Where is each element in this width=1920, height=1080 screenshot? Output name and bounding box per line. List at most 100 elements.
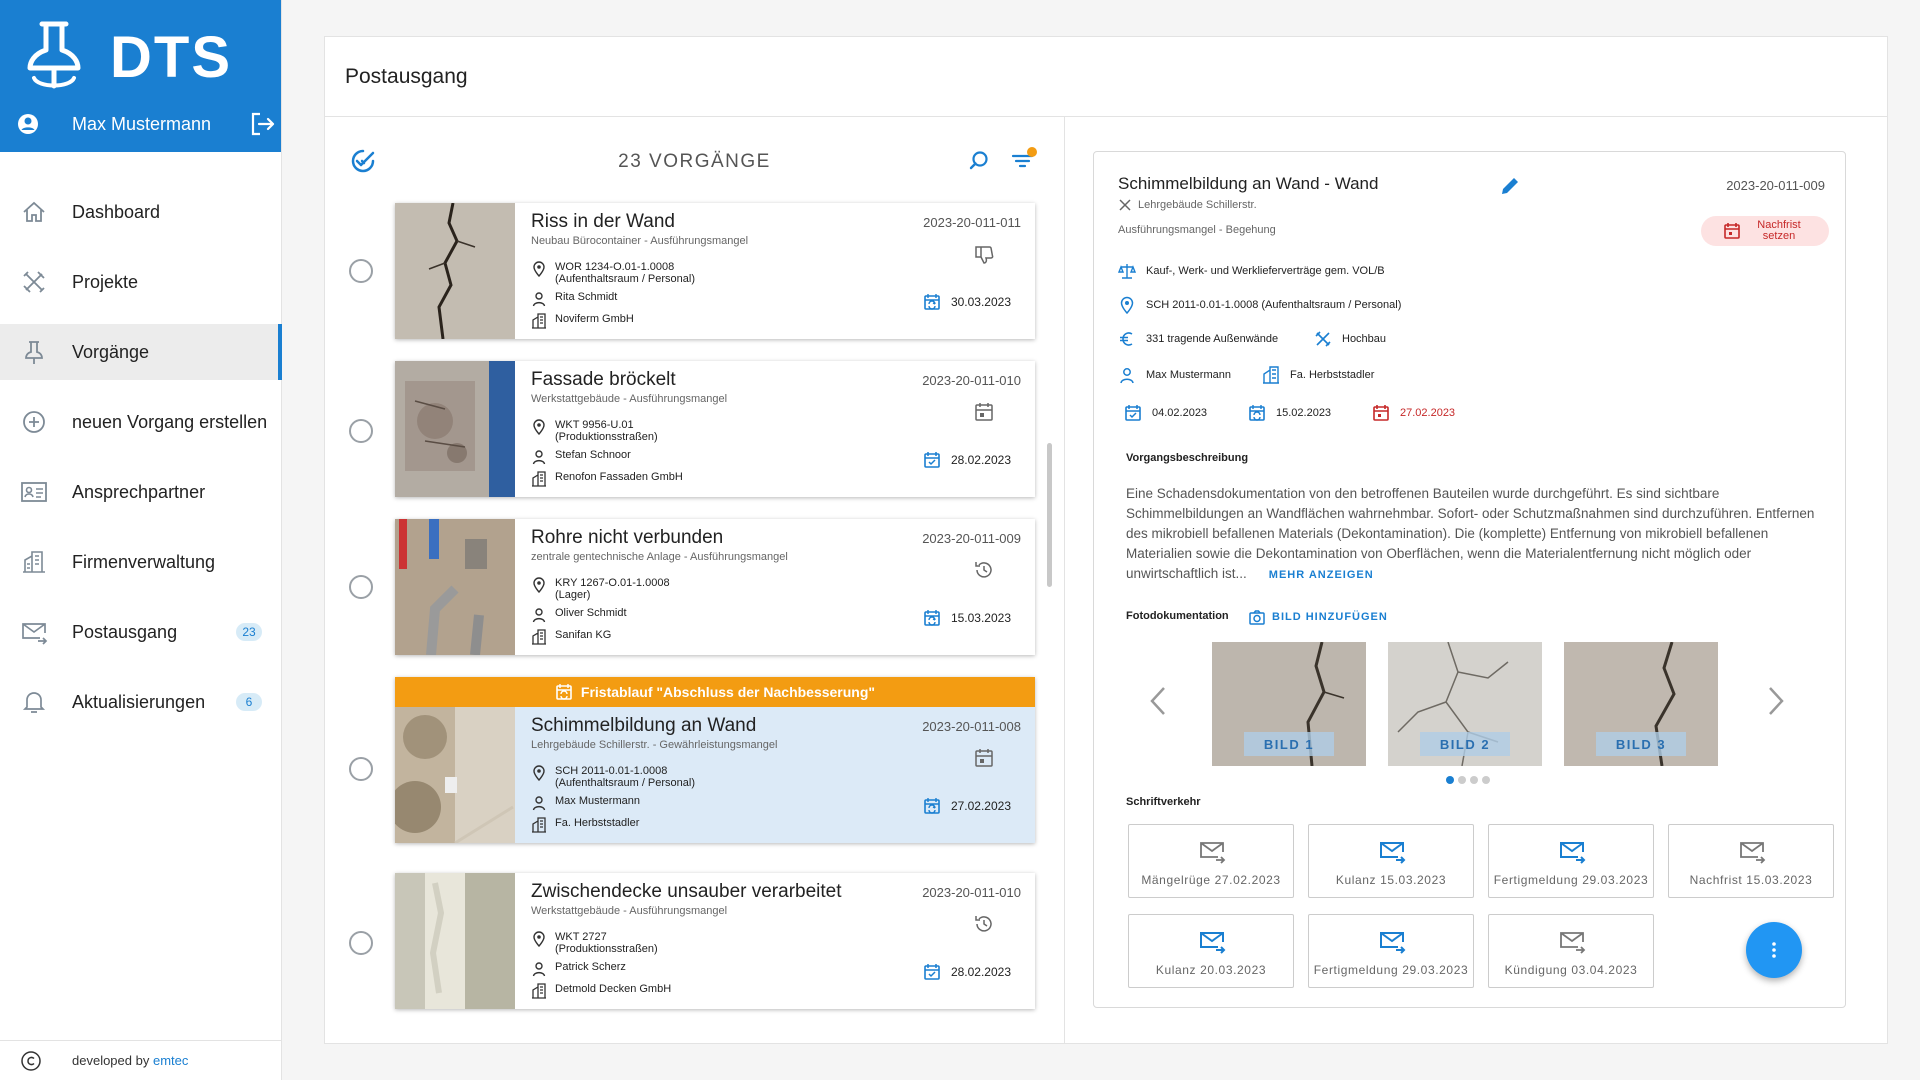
location-pin-icon xyxy=(533,931,545,947)
case-due-date: 15.03.2023 xyxy=(923,609,1011,627)
sidebar-footer: developed by emtec xyxy=(0,1040,282,1080)
developed-by: developed by emtec xyxy=(72,1053,189,1068)
tools-icon xyxy=(1119,199,1131,211)
case-location: WOR 1234-O.01-1.0008 (Aufenthaltsraum / P… xyxy=(531,261,695,285)
case-due-date: 28.02.2023 xyxy=(923,963,1011,981)
nav-item-aktualisierungen[interactable]: Aktualisierungen 6 xyxy=(0,674,282,730)
nav-label: Ansprechpartner xyxy=(72,481,206,502)
logout-icon[interactable] xyxy=(248,110,276,138)
show-more-link[interactable]: MEHR ANZEIGEN xyxy=(1269,569,1374,581)
detail-company: Fa. Herbststadler xyxy=(1262,366,1374,384)
detail-card: Schimmelbildung an Wand - Wand 2023-20-0… xyxy=(1093,151,1846,1008)
carousel-dot[interactable] xyxy=(1446,776,1454,784)
case-subtitle: Werkstattgebäude - Ausführungsmangel xyxy=(531,393,728,405)
location-pin-icon xyxy=(533,261,545,277)
nav-label: Aktualisierungen xyxy=(72,691,206,712)
letter-tile[interactable]: Kündigung 03.04.2023 xyxy=(1488,914,1654,988)
calendar-icon xyxy=(975,749,993,767)
nav-item-ansprechpartner[interactable]: Ansprechpartner xyxy=(0,464,282,520)
mail-pending-icon xyxy=(1380,842,1406,864)
detail-contract: Kauf-, Werk- und Werklieferverträge gem.… xyxy=(1118,262,1385,280)
carousel-dot[interactable] xyxy=(1458,776,1466,784)
set-deadline-button[interactable]: Nachfrist setzen xyxy=(1701,216,1829,246)
case-select-radio[interactable] xyxy=(349,931,373,955)
list-scrollbar[interactable] xyxy=(1047,443,1052,587)
company-link[interactable]: emtec xyxy=(153,1053,188,1068)
case-card[interactable]: Riss in der Wand Neubau Bürocontainer - … xyxy=(395,203,1035,339)
detail-date-created: 04.02.2023 xyxy=(1124,404,1207,422)
case-title: Rohre nicht verbunden xyxy=(531,527,724,548)
more-vertical-icon xyxy=(1772,942,1776,958)
photo-label: BILD 3 xyxy=(1596,732,1686,756)
mail-pending-icon xyxy=(1560,842,1586,864)
case-card[interactable]: Rohre nicht verbunden zentrale gentechni… xyxy=(395,519,1035,655)
case-person: Oliver Schmidt xyxy=(531,607,627,623)
case-select-radio[interactable] xyxy=(349,575,373,599)
nav-item-postausgang[interactable]: Postausgang 23 xyxy=(0,604,282,660)
nav-item-vorgaenge[interactable]: Vorgänge xyxy=(0,324,282,380)
detail-date-sync: 15.02.2023 xyxy=(1248,404,1331,422)
case-location: WKT 9956-U.01 (Produktionsstraßen) xyxy=(531,419,658,443)
letter-tile[interactable]: Kulanz 20.03.2023 xyxy=(1128,914,1294,988)
photo-label: BILD 2 xyxy=(1420,732,1510,756)
nav-item-dashboard[interactable]: Dashboard xyxy=(0,184,282,240)
search-icon[interactable] xyxy=(967,149,991,173)
nav-item-projekte[interactable]: Projekte xyxy=(0,254,282,310)
detail-date-deadline: 27.02.2023 xyxy=(1372,404,1455,422)
letter-tile[interactable]: Nachfrist 15.03.2023 xyxy=(1668,824,1834,898)
letter-tile[interactable]: Fertigmeldung 29.03.2023 xyxy=(1308,914,1474,988)
more-actions-button[interactable] xyxy=(1746,922,1802,978)
case-select-radio[interactable] xyxy=(349,419,373,443)
detail-project: Lehrgebäude Schillerstr. xyxy=(1118,198,1257,212)
case-title: Riss in der Wand xyxy=(531,211,675,232)
case-location: WKT 2727 (Produktionsstraßen) xyxy=(531,931,658,955)
photo-thumbnail[interactable]: BILD 3 xyxy=(1564,642,1718,766)
euro-icon xyxy=(1120,332,1133,346)
photo-thumbnail[interactable]: BILD 1 xyxy=(1212,642,1366,766)
detail-type: Ausführungsmangel - Begehung xyxy=(1118,224,1276,236)
carousel-dot[interactable] xyxy=(1470,776,1478,784)
case-count: 23 VORGÄNGE xyxy=(618,151,771,172)
case-location: SCH 2011-0.01-1.0008 (Aufenthaltsraum / P… xyxy=(531,765,695,789)
person-icon xyxy=(532,962,546,977)
mail-pending-icon xyxy=(1380,932,1406,954)
case-list: 23 VORGÄNGE Riss in der Wand Neubau Büro… xyxy=(325,117,1065,1043)
person-icon xyxy=(532,292,546,307)
edit-pencil-icon[interactable] xyxy=(1498,174,1522,198)
add-photo-icon xyxy=(1249,610,1265,625)
building-icon xyxy=(1263,366,1279,384)
case-subtitle: Neubau Bürocontainer - Ausführungsmangel xyxy=(531,235,749,247)
carousel-dot[interactable] xyxy=(1482,776,1490,784)
copyright-icon xyxy=(21,1050,41,1071)
letter-tile[interactable]: Kulanz 15.03.2023 xyxy=(1308,824,1474,898)
case-select-radio[interactable] xyxy=(349,259,373,283)
building-icon xyxy=(532,313,546,329)
photo-thumbnail[interactable]: BILD 2 xyxy=(1388,642,1542,766)
photo-doc-label: Fotodokumentation xyxy=(1126,610,1229,622)
calendar-check-icon xyxy=(1125,405,1141,421)
mail-sent-icon xyxy=(1200,842,1226,864)
mail-sent-icon xyxy=(1740,842,1766,864)
case-company: Renofon Fassaden GmbH xyxy=(531,471,683,487)
contact-card-icon xyxy=(21,482,47,502)
nav-item-firmenverwaltung[interactable]: Firmenverwaltung xyxy=(0,534,282,590)
nav-item-neuer-vorgang[interactable]: neuen Vorgang erstellen xyxy=(0,394,282,450)
case-card[interactable]: Fassade bröckelt Werkstattgebäude - Ausf… xyxy=(395,361,1035,497)
calendar-sync-icon xyxy=(924,798,940,814)
case-card-selected[interactable]: Fristablauf "Abschluss der Nachbesserung… xyxy=(395,677,1035,843)
description-text: Eine Schadensdokumentation von den betro… xyxy=(1126,486,1815,581)
chevron-right-icon[interactable] xyxy=(1764,684,1788,718)
count-badge: 6 xyxy=(236,693,262,711)
plus-circle-icon xyxy=(23,411,45,433)
case-card[interactable]: Zwischendecke unsauber verarbeitet Werks… xyxy=(395,873,1035,1009)
location-pin-icon xyxy=(1120,296,1134,314)
add-photo-button[interactable]: BILD HINZUFÜGEN xyxy=(1248,608,1388,626)
chevron-left-icon[interactable] xyxy=(1146,684,1170,718)
case-number: 2023-20-011-010 xyxy=(922,373,1021,388)
case-select-radio[interactable] xyxy=(349,757,373,781)
letter-tile[interactable]: Fertigmeldung 29.03.2023 xyxy=(1488,824,1654,898)
mail-pending-icon xyxy=(1200,932,1226,954)
letter-tile[interactable]: Mängelrüge 27.02.2023 xyxy=(1128,824,1294,898)
brand-header: DTS Max Mustermann xyxy=(0,0,281,152)
app-name: DTS xyxy=(110,25,232,90)
